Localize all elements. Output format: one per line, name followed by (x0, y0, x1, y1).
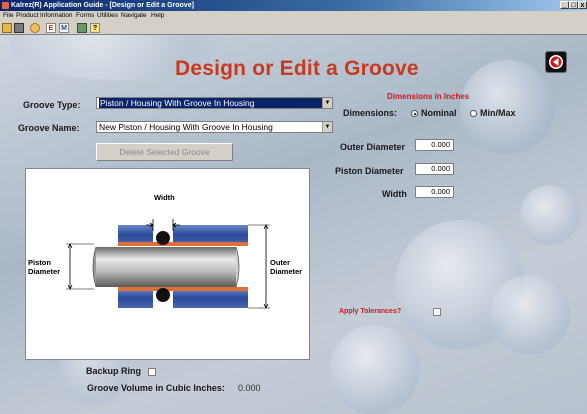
edit-e-icon[interactable]: E (46, 23, 56, 33)
manual-m-icon[interactable]: M (59, 23, 69, 33)
oring-bottom (156, 288, 170, 302)
app-icon (2, 2, 9, 9)
diagram-outer-label-2: Diameter (270, 267, 303, 276)
chevron-down-icon[interactable]: ▼ (322, 122, 332, 132)
maximize-button[interactable]: □ (569, 1, 578, 9)
page-title: Design or Edit a Groove (175, 57, 419, 80)
minmax-label: Min/Max (480, 108, 516, 118)
piston-rod (96, 247, 236, 287)
print-icon[interactable] (14, 23, 24, 33)
menu-product[interactable]: Product (16, 11, 38, 21)
diagram-piston-label-2: Diameter (28, 267, 61, 276)
width-input[interactable]: 0.000 (415, 186, 454, 198)
groove-type-value: Piston / Housing With Groove In Housing (99, 98, 322, 108)
apply-tolerances-label: Apply Tolerances? (339, 308, 402, 315)
groove-type-label: Groove Type: (23, 100, 81, 110)
groove-name-select[interactable]: New Piston / Housing With Groove In Hous… (96, 121, 333, 133)
app-window: Kalrez(R) Application Guide - [Design or… (0, 0, 587, 414)
groove-volume-label: Groove Volume in Cubic Inches: (87, 383, 225, 393)
open-folder-icon[interactable] (2, 23, 12, 33)
groove-volume-value: 0.000 (238, 383, 261, 393)
back-button[interactable] (545, 51, 567, 73)
oring-top (156, 231, 170, 245)
piston-diameter-label: Piston Diameter (335, 166, 404, 176)
minmax-radio[interactable] (470, 110, 477, 117)
toolbar: E M ? (0, 21, 587, 35)
diagram-piston-label: Piston (28, 258, 51, 267)
calculator-icon[interactable] (77, 23, 87, 33)
groove-tool-icon[interactable] (30, 23, 40, 33)
diagram-outer-label: Outer (270, 258, 291, 267)
back-arrow-icon (549, 55, 563, 69)
close-button[interactable]: x (578, 1, 587, 9)
menu-utilities[interactable]: Utilities (97, 11, 118, 21)
groove-name-label: Groove Name: (18, 123, 80, 133)
dimensions-header: Dimensions in Inches (387, 92, 470, 101)
minimize-button[interactable]: _ (560, 1, 569, 9)
outer-diameter-label: Outer Diameter (340, 142, 406, 152)
apply-tolerances-checkbox[interactable] (433, 308, 441, 316)
menu-forms[interactable]: Forms (76, 11, 94, 21)
diagram-width-label: Width (154, 193, 175, 202)
menu-navigate[interactable]: Navigate (121, 11, 147, 21)
backup-ring-label: Backup Ring (86, 366, 142, 376)
menu-information[interactable]: Information (40, 11, 73, 21)
menu-file[interactable]: File (3, 11, 13, 21)
window-title: Kalrez(R) Application Guide - [Design or… (11, 2, 194, 9)
nominal-label: Nominal (421, 108, 457, 118)
form-area: Design or Edit a Groove Groove Type: Pis… (0, 35, 587, 414)
help-icon[interactable]: ? (90, 23, 100, 33)
groove-name-value: New Piston / Housing With Groove In Hous… (99, 122, 273, 132)
menu-bar: File Product Information Forms Utilities… (0, 11, 587, 21)
chevron-down-icon[interactable]: ▼ (322, 98, 332, 108)
groove-diagram: Width Piston Diameter Outer Diameter (25, 168, 310, 360)
outer-diameter-input[interactable]: 0.000 (415, 139, 454, 151)
dimensions-label: Dimensions: (343, 108, 398, 118)
nominal-radio[interactable] (411, 110, 418, 117)
backup-ring-checkbox[interactable] (148, 368, 156, 376)
title-bar: Kalrez(R) Application Guide - [Design or… (0, 0, 587, 11)
delete-groove-button[interactable]: Delete Selected Groove (96, 143, 233, 161)
piston-diameter-input[interactable]: 0.000 (415, 163, 454, 175)
menu-help[interactable]: Help (151, 11, 164, 21)
groove-type-select[interactable]: Piston / Housing With Groove In Housing … (96, 97, 333, 109)
width-label: Width (382, 189, 407, 199)
